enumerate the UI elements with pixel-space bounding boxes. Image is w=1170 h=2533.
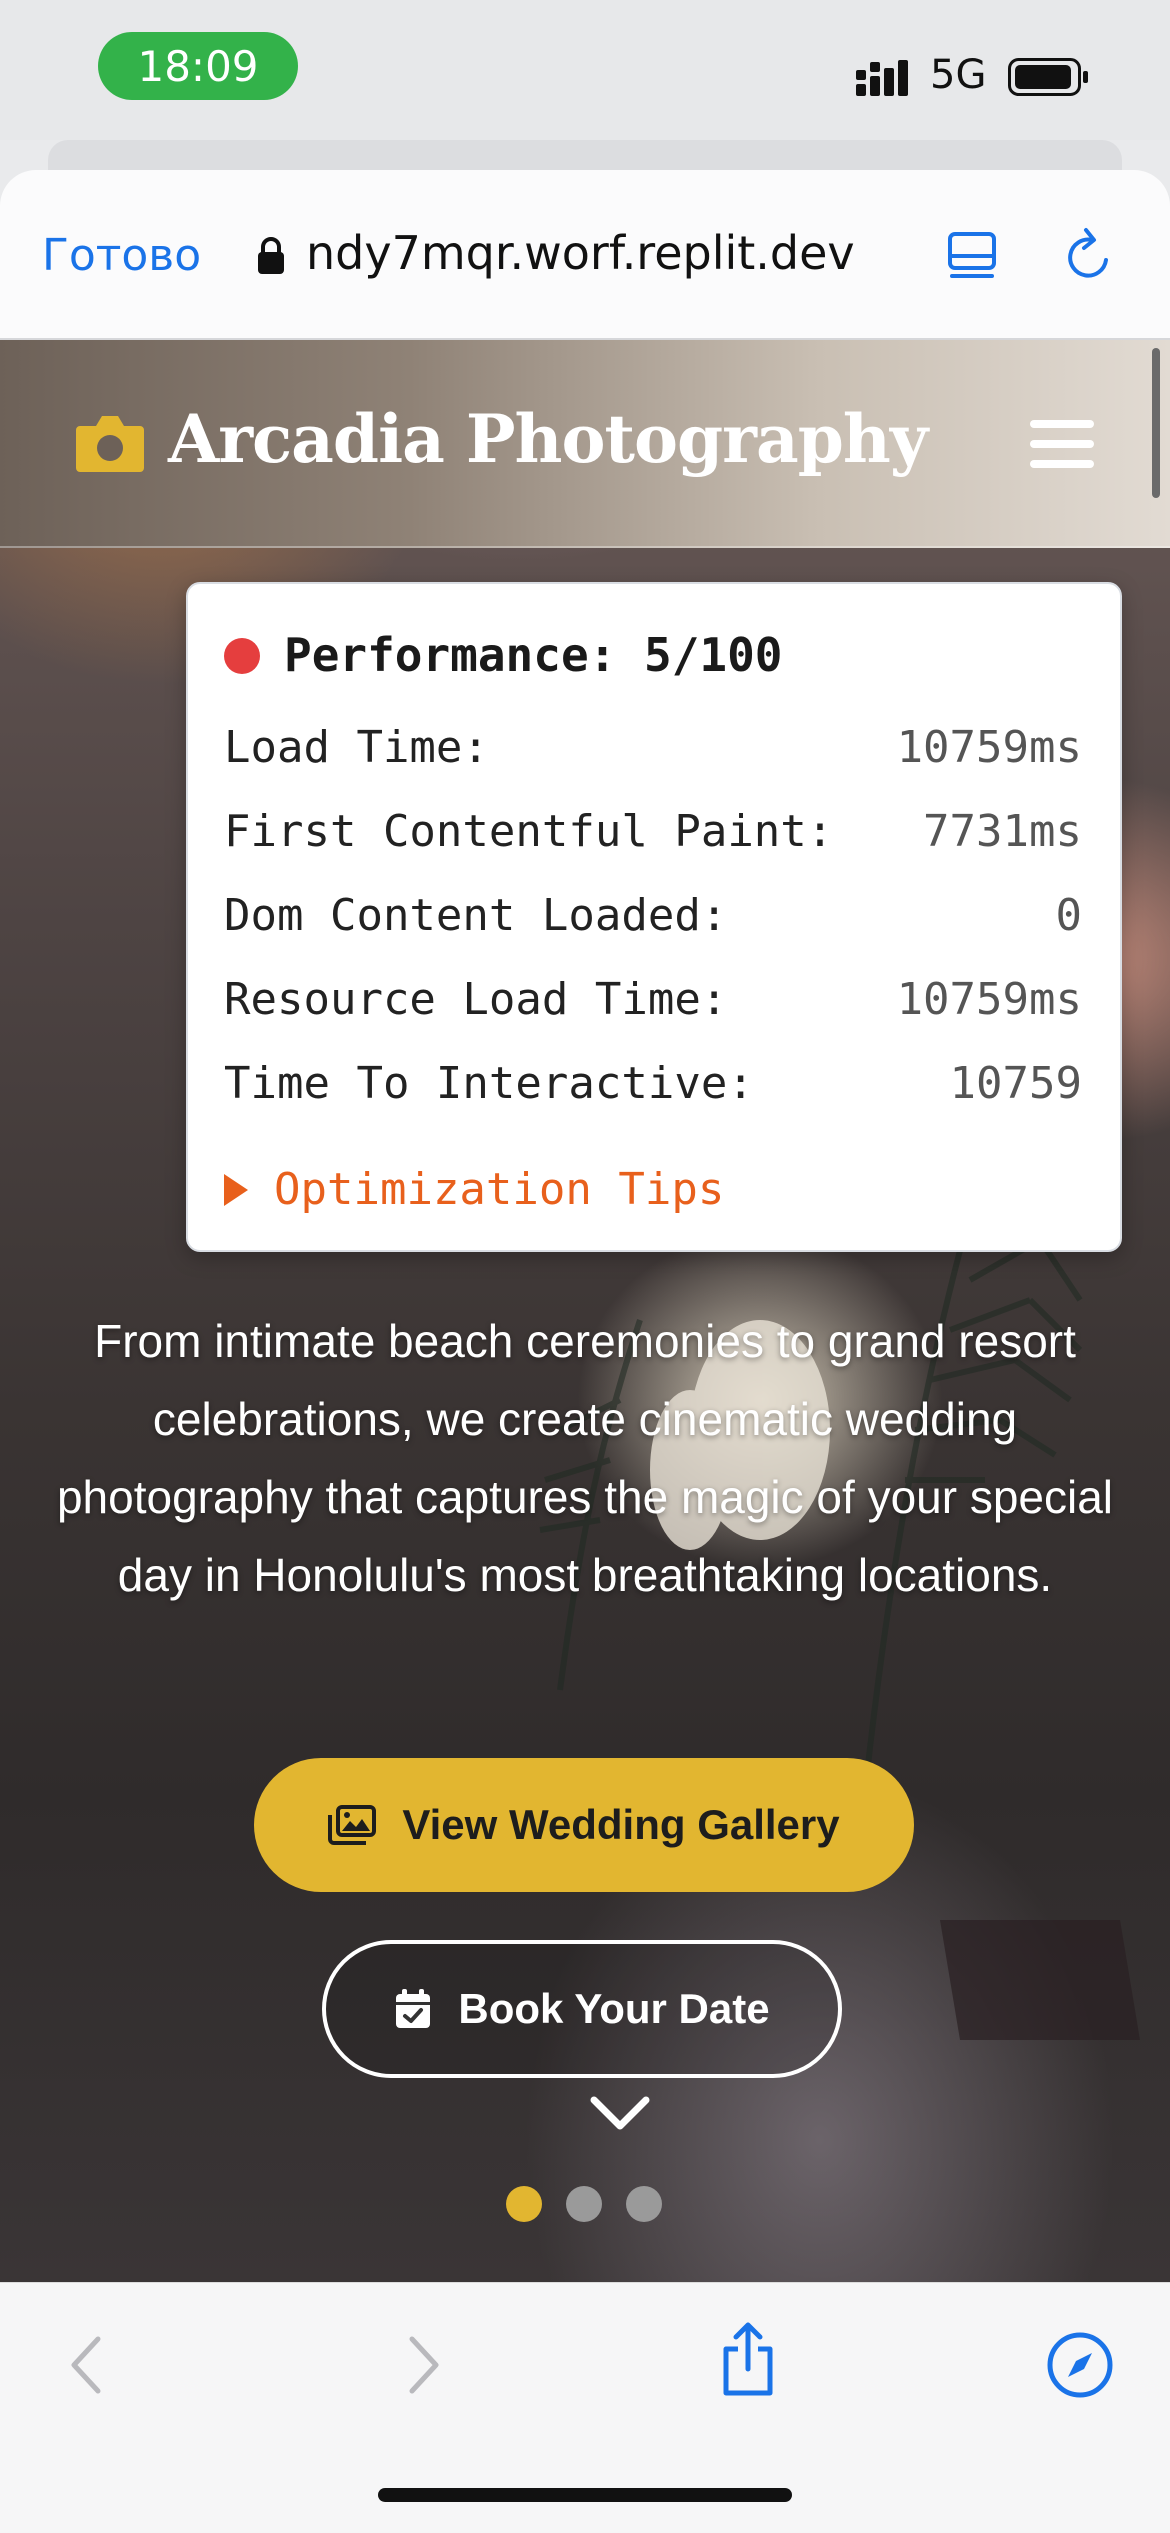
chevron-down-icon[interactable] — [588, 2094, 652, 2134]
slide-indicators — [506, 2186, 662, 2222]
disclosure-triangle-icon — [224, 1173, 248, 1206]
calendar-check-icon — [396, 1989, 431, 2028]
metric-value: 10759 — [949, 1058, 1082, 1109]
metric-label: Resource Load Time: — [224, 974, 728, 1025]
performance-title: Performance: 5/100 — [284, 628, 783, 682]
metric-row: First Contentful Paint: 7731ms — [224, 806, 1082, 857]
lock-icon — [258, 237, 284, 274]
hamburger-menu-icon[interactable] — [1028, 414, 1096, 474]
reader-mode-icon[interactable] — [946, 226, 998, 286]
performance-panel: Performance: 5/100 Load Time: 10759ms Fi… — [186, 582, 1122, 1252]
metric-value: 0 — [1055, 890, 1083, 941]
forward-icon[interactable] — [404, 2333, 444, 2397]
camera-icon — [76, 416, 144, 472]
site-navbar: Arcadia Photography — [0, 340, 1170, 548]
view-gallery-button[interactable]: View Wedding Gallery — [254, 1758, 914, 1892]
metric-value: 10759ms — [896, 974, 1082, 1025]
slide-dot[interactable] — [626, 2186, 662, 2222]
slide-dot-active[interactable] — [506, 2186, 542, 2222]
network-type: 5G — [930, 52, 987, 98]
metric-row: Load Time: 10759ms — [224, 722, 1082, 773]
metric-value: 10759ms — [896, 722, 1082, 773]
metric-row: Time To Interactive: 10759 — [224, 1058, 1082, 1109]
metric-label: Dom Content Loaded: — [224, 890, 728, 941]
view-gallery-label: View Wedding Gallery — [402, 1801, 840, 1848]
status-time: 18:09 — [98, 32, 298, 100]
metric-value: 7731ms — [923, 806, 1082, 857]
book-date-label: Book Your Date — [458, 1985, 770, 2032]
back-icon[interactable] — [66, 2333, 106, 2397]
status-bar: 18:09 5G — [0, 0, 1170, 140]
optimization-tips-label: Optimization Tips — [274, 1164, 725, 1215]
images-icon — [328, 1805, 377, 1845]
page-scrollbar[interactable] — [1152, 348, 1160, 498]
slide-dot[interactable] — [566, 2186, 602, 2222]
done-button[interactable]: Готово — [42, 230, 201, 281]
hero-description: From intimate beach ceremonies to grand … — [56, 1315, 1114, 1601]
metric-row: Resource Load Time: 10759ms — [224, 974, 1082, 1025]
signal-strength-icon — [856, 60, 908, 96]
website-viewport: Arcadia Photography Performance: 5/100 L… — [0, 340, 1170, 2282]
battery-icon — [1008, 58, 1088, 96]
performance-status-dot — [224, 638, 260, 674]
metric-row: Dom Content Loaded: 0 — [224, 890, 1082, 941]
brand-name[interactable]: Arcadia Photography — [168, 400, 928, 478]
optimization-tips-toggle[interactable]: Optimization Tips — [224, 1164, 724, 1215]
share-icon[interactable] — [716, 2319, 780, 2399]
book-date-button[interactable]: Book Your Date — [322, 1940, 842, 2078]
url-field[interactable]: ndy7mqr.worf.replit.dev — [306, 226, 896, 280]
metric-label: Load Time: — [224, 722, 489, 773]
metric-label: Time To Interactive: — [224, 1058, 754, 1109]
home-indicator[interactable] — [378, 2488, 792, 2502]
reload-icon[interactable] — [1062, 226, 1118, 286]
browser-address-bar: Готово ndy7mqr.worf.replit.dev — [0, 170, 1170, 340]
metric-label: First Contentful Paint: — [224, 806, 834, 857]
compass-icon[interactable] — [1046, 2331, 1114, 2399]
